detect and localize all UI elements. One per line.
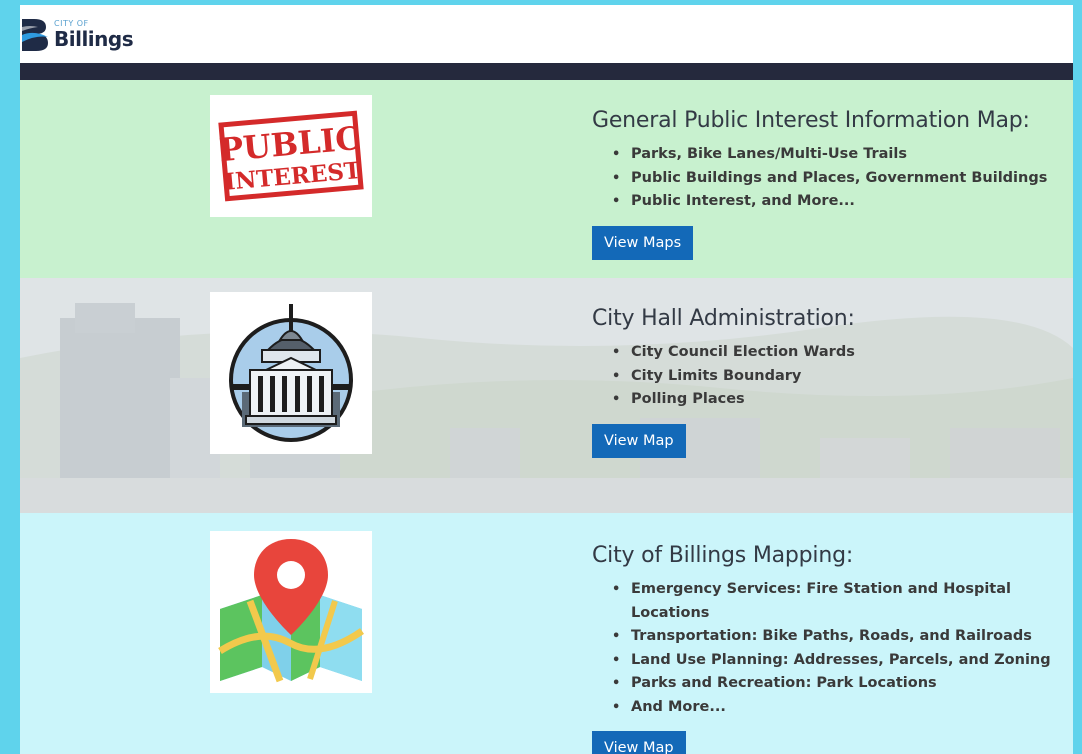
list-item: Public Buildings and Places, Government … — [612, 167, 1047, 191]
list-item: Emergency Services: Fire Station and Hos… — [612, 578, 1073, 625]
section-public-interest: PUBLIC INTEREST General Public Interest … — [20, 80, 1073, 278]
list-item: Polling Places — [612, 388, 855, 412]
section-title: City of Billings Mapping: — [592, 543, 854, 568]
view-maps-button[interactable]: View Maps — [592, 225, 694, 260]
list-item: Public Interest, and More... — [612, 190, 1047, 214]
site-header: CITY OF Billings — [20, 5, 1073, 63]
feature-list: City Council Election Wards City Limits … — [592, 341, 855, 412]
list-item: City Limits Boundary — [612, 365, 855, 389]
list-item: Parks and Recreation: Park Locations — [612, 672, 1073, 696]
section-city-hall: City Hall Administration: City Council E… — [20, 278, 1073, 513]
city-mapping-image — [210, 531, 372, 693]
view-map-button[interactable]: View Map — [592, 731, 686, 754]
logo-billings: Billings — [54, 26, 134, 51]
section-title: General Public Interest Information Map: — [592, 108, 1030, 133]
section-city-mapping: City of Billings Mapping: Emergency Serv… — [20, 513, 1073, 754]
nav-bar — [20, 63, 1073, 80]
city-hall-image — [210, 292, 372, 454]
public-interest-image: PUBLIC INTEREST — [210, 95, 372, 217]
feature-list: Parks, Bike Lanes/Multi-Use Trails Publi… — [592, 143, 1047, 214]
list-item: Transportation: Bike Paths, Roads, and R… — [612, 625, 1073, 649]
map-pin-icon — [218, 539, 364, 683]
feature-list: Emergency Services: Fire Station and Hos… — [592, 578, 1073, 719]
public-interest-stamp-icon: PUBLIC INTEREST — [218, 110, 364, 202]
billings-logo-mark-icon — [22, 19, 48, 51]
list-item: And More... — [612, 696, 1073, 720]
view-map-button[interactable]: View Map — [592, 423, 686, 458]
list-item: Land Use Planning: Addresses, Parcels, a… — [612, 649, 1073, 673]
list-item: City Council Election Wards — [612, 341, 855, 365]
city-logo[interactable]: CITY OF Billings — [20, 13, 134, 55]
page-frame: CITY OF Billings PUBLIC INTEREST General… — [20, 5, 1073, 754]
city-skyline-background — [20, 278, 1073, 513]
city-hall-building-icon — [229, 304, 353, 442]
section-title: City Hall Administration: — [592, 306, 855, 331]
list-item: Parks, Bike Lanes/Multi-Use Trails — [612, 143, 1047, 167]
